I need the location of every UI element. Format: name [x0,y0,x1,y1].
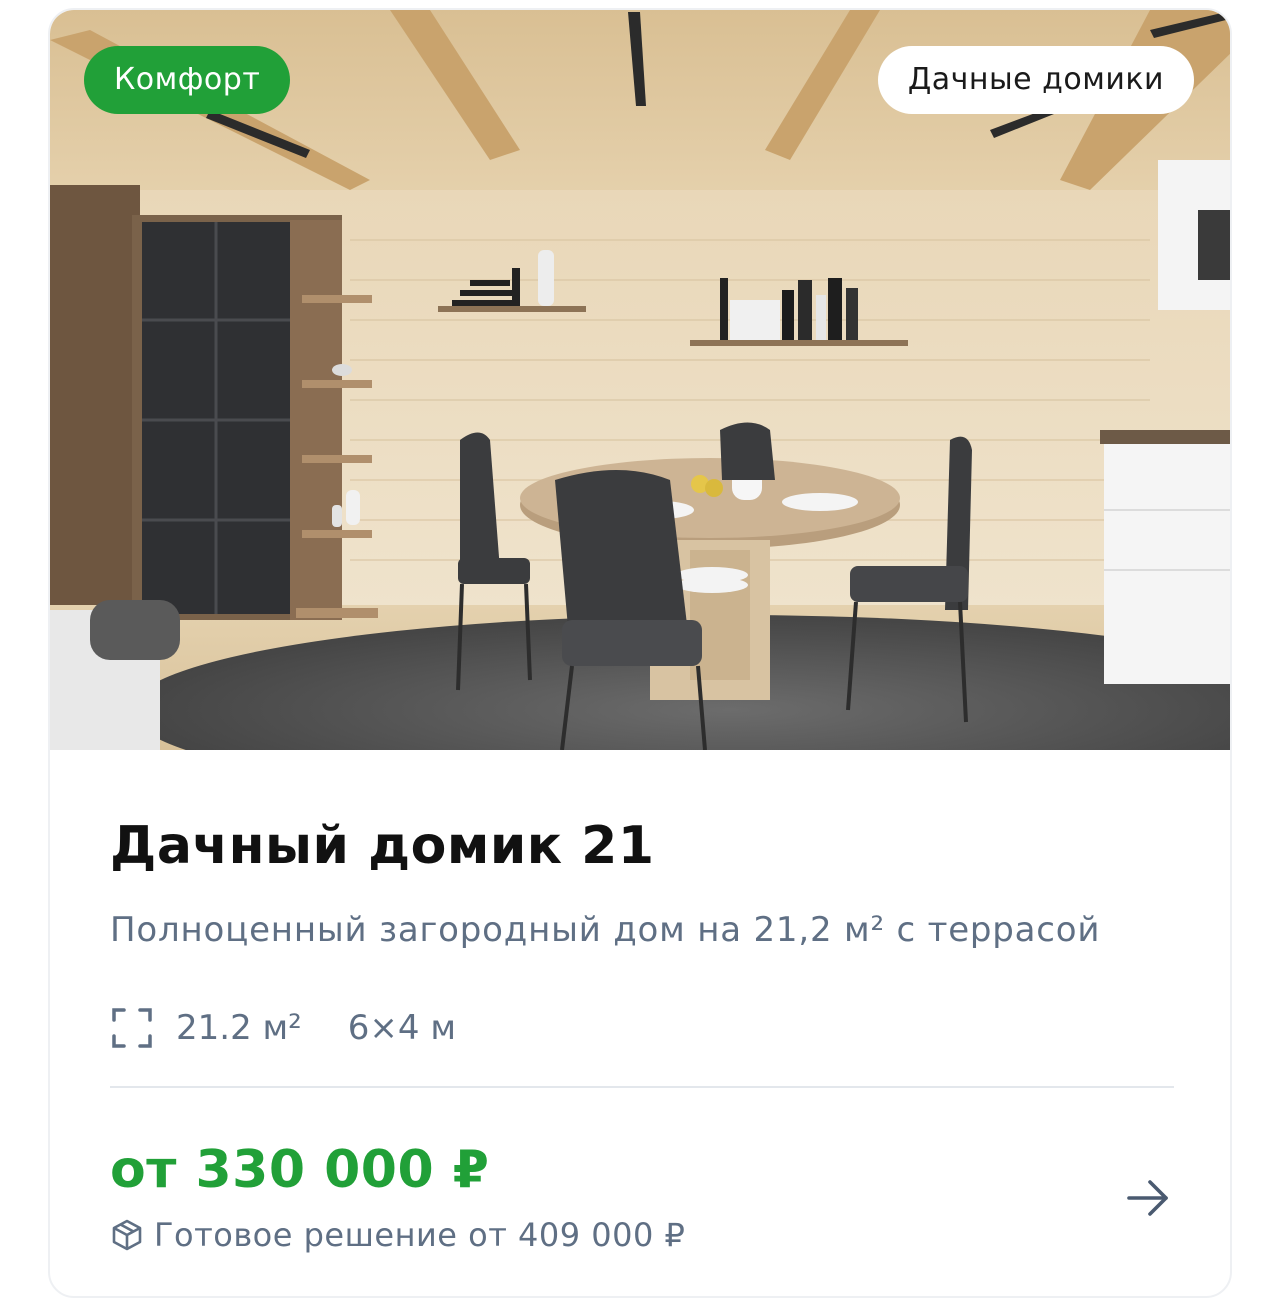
area-value: 21.2 м² [176,1008,302,1048]
price: от 330 000 ₽ [110,1140,490,1200]
product-card[interactable]: Комфорт Дачные домики Дачный домик 21 По… [48,8,1232,1298]
ready-solution: Готовое решение от 409 000 ₽ [110,1216,685,1254]
product-title[interactable]: Дачный домик 21 [110,816,655,876]
area-frame-icon [112,1008,152,1048]
category-badge[interactable]: Дачные домики [877,46,1194,114]
dimensions-value: 6×4 м [347,1008,457,1048]
comfort-badge: Комфорт [84,46,291,114]
product-description: Полноценный загородный дом на 21,2 м² с … [110,910,1101,950]
ready-solution-label: Готовое решение от 409 000 ₽ [154,1216,686,1254]
interior-photo [50,10,1230,750]
divider [110,1086,1174,1088]
product-specs: 21.2 м² 6×4 м [110,1006,456,1050]
open-details-button[interactable] [1116,1166,1180,1230]
box-icon [112,1219,142,1251]
arrow-right-icon [1127,1180,1168,1216]
